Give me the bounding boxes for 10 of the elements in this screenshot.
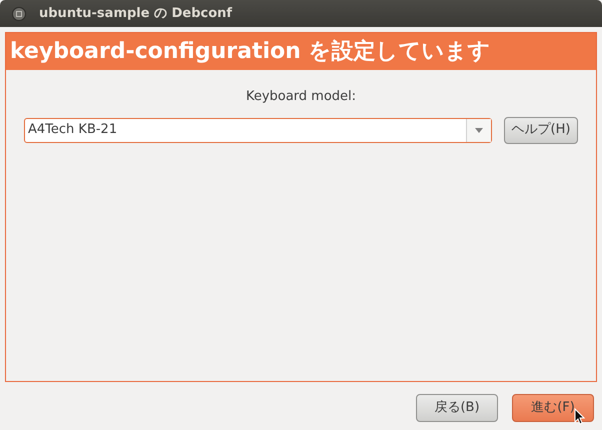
window-title: ubuntu-sample の Debconf	[39, 4, 232, 23]
window-menu-icon[interactable]	[12, 6, 26, 20]
header-title: keyboard-configuration を設定しています	[10, 38, 490, 66]
keyboard-model-combo[interactable]: A4Tech KB-21	[24, 118, 492, 142]
field-label: Keyboard model:	[246, 88, 356, 106]
dropdown-arrow-icon	[475, 128, 483, 132]
back-button[interactable]: 戻る(B)	[416, 394, 498, 422]
help-button[interactable]: ヘルプ(H)	[504, 116, 578, 144]
mouse-cursor-icon	[574, 408, 585, 425]
next-button[interactable]: 進む(F)	[512, 394, 594, 422]
